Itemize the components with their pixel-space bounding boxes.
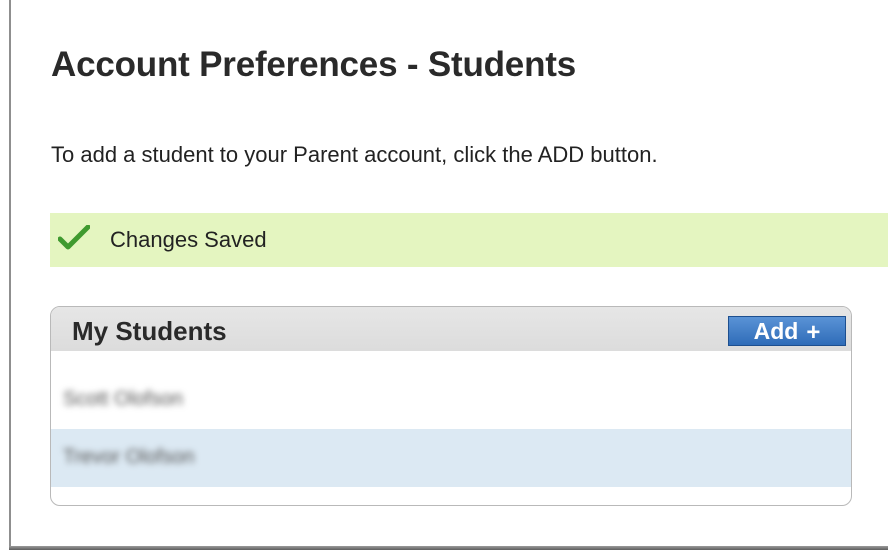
add-student-button[interactable]: Add + xyxy=(728,316,846,346)
panel-header: My Students Add + xyxy=(51,307,851,351)
success-message: Changes Saved xyxy=(110,227,267,252)
student-row[interactable]: Scott Olofson xyxy=(51,371,851,429)
student-name: Trevor Olofson xyxy=(63,446,195,468)
window-bottom-border xyxy=(9,546,888,550)
my-students-panel: My Students Add + Scott Olofson Trevor O… xyxy=(50,306,852,506)
checkmark-icon xyxy=(58,225,90,250)
plus-icon: + xyxy=(806,319,821,346)
window-left-border xyxy=(9,0,11,548)
panel-title: My Students xyxy=(72,316,227,346)
instructions-text: To add a student to your Parent account,… xyxy=(51,142,658,167)
page-title: Account Preferences - Students xyxy=(51,45,576,84)
student-name: Scott Olofson xyxy=(63,388,184,410)
student-row-selected[interactable]: Trevor Olofson xyxy=(51,429,851,487)
add-button-label: Add xyxy=(753,317,799,344)
